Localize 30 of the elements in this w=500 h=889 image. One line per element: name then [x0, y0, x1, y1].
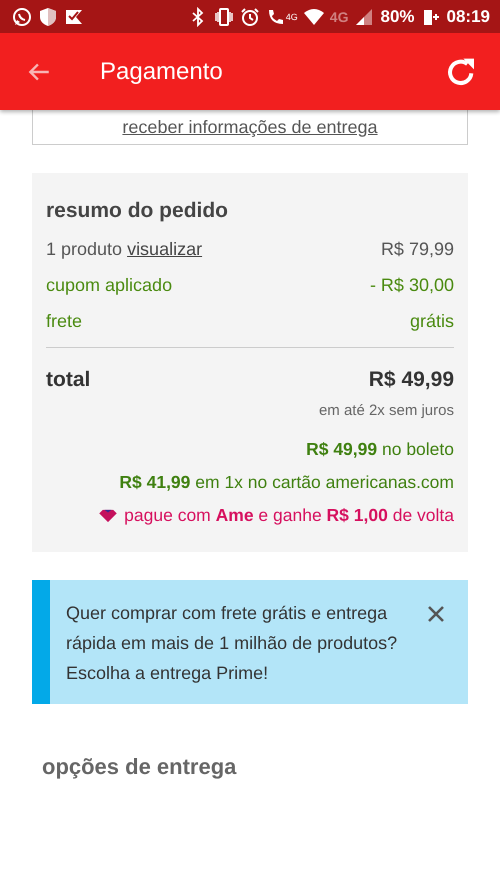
- line-value: - R$ 30,00: [370, 275, 454, 296]
- total-value: R$ 49,99: [368, 368, 454, 392]
- installments-note: em até 2x sem juros: [318, 402, 454, 419]
- payment-offer: R$ 49,99 no boleto: [306, 439, 454, 460]
- signal-icon: [354, 6, 374, 26]
- network-label: 4G: [286, 12, 298, 22]
- line-value: R$ 79,99: [380, 239, 454, 260]
- total-label: total: [46, 368, 90, 392]
- summary-title: resumo do pedido: [46, 199, 230, 223]
- line-value: grátis: [410, 311, 454, 332]
- section-heading: opções de entrega: [42, 754, 238, 780]
- gem-icon: [98, 508, 118, 522]
- clock: 08:19: [446, 6, 490, 26]
- line-label: 1 produto: [46, 239, 122, 260]
- payment-offer: pague com Ame e ganhe R$ 1,00 de volta: [124, 505, 454, 526]
- delivery-info-link[interactable]: receber informações de entrega: [122, 116, 378, 138]
- payment-offer: R$ 41,99 em 1x no cartão americanas.com: [119, 472, 454, 493]
- battery-level: 80%: [380, 6, 415, 26]
- chat-icon: [12, 6, 32, 26]
- wifi-icon: [304, 6, 324, 26]
- alarm-icon: [240, 6, 260, 26]
- network-label: 4G: [330, 8, 348, 24]
- screen-title: Pagamento: [100, 58, 224, 86]
- view-link[interactable]: visualizar: [127, 239, 202, 260]
- vibrate-icon: [214, 6, 234, 26]
- close-icon[interactable]: [426, 604, 446, 624]
- shield-icon: [38, 6, 58, 26]
- line-label: cupom aplicado: [46, 275, 172, 296]
- line-label: frete: [46, 311, 82, 332]
- banner-message: Quer comprar com frete grátis e entrega rápida em mais de 1 milhão de produtos? Escolha a entrega Prime!: [66, 602, 398, 685]
